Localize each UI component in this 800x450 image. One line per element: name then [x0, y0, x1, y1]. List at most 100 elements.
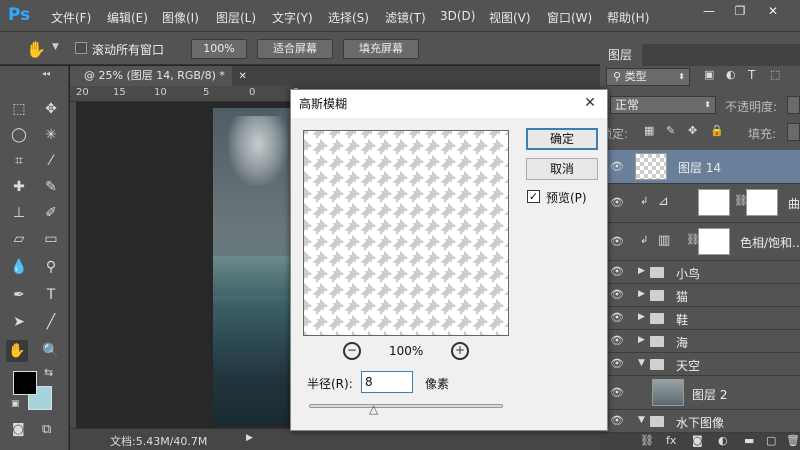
visibility-eye-icon[interactable]: 👁	[610, 160, 624, 173]
fill-screen-button[interactable]: 填充屏幕	[343, 39, 419, 59]
visibility-eye-icon[interactable]: 👁	[610, 196, 624, 209]
close-window-icon[interactable]: ✕	[762, 3, 784, 19]
restore-icon[interactable]: ❐	[729, 3, 751, 19]
lasso-tool-icon[interactable]: ◯	[8, 124, 30, 146]
lock-image-icon[interactable]: ✎	[666, 124, 675, 137]
preview-checkbox[interactable]: ✓	[527, 190, 540, 203]
menu-image[interactable]: 图像(I)	[162, 9, 199, 26]
document-tab[interactable]: @ 25% (图层 14, RGB/8) * ✕	[70, 66, 247, 86]
layer-row[interactable]: 👁 ▶ 猫	[600, 284, 800, 307]
menu-file[interactable]: 文件(F)	[51, 9, 91, 26]
close-tab-icon[interactable]: ✕	[238, 71, 246, 82]
fill-input[interactable]	[787, 123, 800, 141]
ok-button[interactable]: 确定	[526, 128, 598, 150]
minimize-icon[interactable]: —	[698, 3, 720, 19]
foreground-color-swatch[interactable]	[13, 371, 37, 395]
layer-row[interactable]: 👁 图层 2	[600, 376, 800, 410]
type-tool-icon[interactable]: T	[40, 284, 62, 306]
zoom-out-icon[interactable]: −	[343, 342, 361, 360]
eyedropper-tool-icon[interactable]: ⁄	[40, 150, 62, 172]
layers-tab[interactable]: 图层	[600, 44, 642, 66]
line-tool-icon[interactable]: ╱	[40, 311, 62, 333]
default-colors-icon[interactable]: ▣	[11, 399, 20, 409]
marquee-tool-icon[interactable]: ⬚	[8, 98, 30, 120]
layer-row[interactable]: 👁 ↲ ▥ ⛓ 色相/饱和...	[600, 223, 800, 261]
add-mask-icon[interactable]: ◙	[692, 434, 703, 447]
lock-position-icon[interactable]: ✥	[688, 124, 697, 137]
screen-mode-icon[interactable]: ⧉	[42, 422, 51, 437]
dialog-close-icon[interactable]: ✕	[581, 94, 599, 112]
path-selection-tool-icon[interactable]: ➤	[8, 311, 30, 333]
menu-3d[interactable]: 3D(D)	[440, 9, 475, 23]
dodge-tool-icon[interactable]: ⚲	[40, 256, 62, 278]
document-image[interactable]	[213, 108, 293, 426]
move-tool-icon[interactable]: ✥	[40, 98, 62, 120]
blur-tool-icon[interactable]: 💧	[8, 256, 30, 278]
expand-group-icon[interactable]: ▶	[638, 289, 645, 299]
zoom-tool-icon[interactable]: 🔍	[40, 340, 62, 362]
filter-type-icon[interactable]: T	[748, 68, 755, 82]
expand-group-icon[interactable]: ▶	[638, 312, 645, 322]
layer-row[interactable]: 👁 ▶ 海	[600, 330, 800, 353]
radius-slider-track[interactable]	[309, 404, 503, 408]
collapse-group-icon[interactable]: ▼	[638, 358, 645, 368]
healing-brush-tool-icon[interactable]: ✚	[8, 176, 30, 198]
filter-pixel-icon[interactable]: ▣	[704, 68, 714, 81]
tool-preset-chevron-icon[interactable]: ▼	[52, 42, 59, 52]
brush-tool-icon[interactable]: ✎	[40, 176, 62, 198]
hand-tool-icon[interactable]: ✋	[26, 40, 46, 59]
visibility-eye-icon[interactable]: 👁	[610, 334, 624, 347]
visibility-eye-icon[interactable]: 👁	[610, 311, 624, 324]
hand-tool-button-icon[interactable]: ✋	[6, 340, 28, 362]
visibility-eye-icon[interactable]: 👁	[610, 386, 624, 399]
radius-slider-thumb[interactable]: △	[369, 403, 381, 415]
filter-adjustment-icon[interactable]: ◐	[726, 68, 736, 81]
gradient-tool-icon[interactable]: ▭	[40, 228, 62, 250]
menu-layer[interactable]: 图层(L)	[216, 9, 256, 26]
radius-input[interactable]	[361, 371, 413, 393]
fit-screen-button[interactable]: 适合屏幕	[257, 39, 333, 59]
scroll-all-checkbox[interactable]	[75, 42, 87, 54]
pen-tool-icon[interactable]: ✒	[8, 284, 30, 306]
layer-row[interactable]: 👁 ▼ 水下图像	[600, 410, 800, 433]
eraser-tool-icon[interactable]: ▱	[8, 228, 30, 250]
visibility-eye-icon[interactable]: 👁	[610, 357, 624, 370]
expand-group-icon[interactable]: ▶	[638, 335, 645, 345]
link-layers-icon[interactable]: ⛓	[640, 434, 654, 447]
quick-mask-icon[interactable]: ◙	[12, 422, 25, 437]
expand-group-icon[interactable]: ▶	[638, 266, 645, 276]
menu-window[interactable]: 窗口(W)	[547, 9, 592, 26]
visibility-eye-icon[interactable]: 👁	[610, 265, 624, 278]
opacity-input[interactable]	[787, 96, 800, 114]
collapse-group-icon[interactable]: ▼	[638, 415, 645, 425]
menu-help[interactable]: 帮助(H)	[607, 9, 649, 26]
layer-row[interactable]: 👁 ↲ ⊿ ⛓ 曲	[600, 184, 800, 223]
visibility-eye-icon[interactable]: 👁	[610, 288, 624, 301]
new-layer-icon[interactable]: ▢	[766, 434, 776, 447]
layer-filter-select[interactable]: ⚲ 类型 ⬍	[606, 68, 690, 86]
crop-tool-icon[interactable]: ⌗	[8, 150, 30, 172]
layer-row[interactable]: 👁 ▶ 小鸟	[600, 261, 800, 284]
visibility-eye-icon[interactable]: 👁	[610, 414, 624, 427]
status-menu-arrow-icon[interactable]: ▶	[246, 433, 253, 443]
lock-all-icon[interactable]: 🔒	[710, 124, 724, 137]
menu-select[interactable]: 选择(S)	[328, 9, 369, 26]
zoom-in-icon[interactable]: +	[451, 342, 469, 360]
filter-shape-icon[interactable]: ⬚	[770, 68, 780, 81]
new-group-icon[interactable]: ▬	[744, 434, 754, 447]
layer-row[interactable]: 👁 ▼ 天空	[600, 353, 800, 376]
layer-row[interactable]: 👁 图层 14	[600, 150, 800, 184]
layer-style-icon[interactable]: fx	[666, 434, 676, 447]
magic-wand-tool-icon[interactable]: ✳	[40, 124, 62, 146]
zoom-100-button[interactable]: 100%	[191, 39, 247, 59]
layer-row[interactable]: 👁 ▶ 鞋	[600, 307, 800, 330]
collapse-toolbox-icon[interactable]: ◂◂	[42, 69, 50, 78]
new-adjustment-icon[interactable]: ◐	[718, 434, 728, 447]
cancel-button[interactable]: 取消	[526, 158, 598, 180]
lock-transparency-icon[interactable]: ▦	[644, 124, 654, 137]
menu-type[interactable]: 文字(Y)	[272, 9, 313, 26]
swap-colors-icon[interactable]: ⇆	[44, 366, 53, 379]
history-brush-tool-icon[interactable]: ✐	[40, 202, 62, 224]
clone-stamp-tool-icon[interactable]: ⊥	[8, 202, 30, 224]
blur-preview[interactable]	[303, 130, 509, 336]
